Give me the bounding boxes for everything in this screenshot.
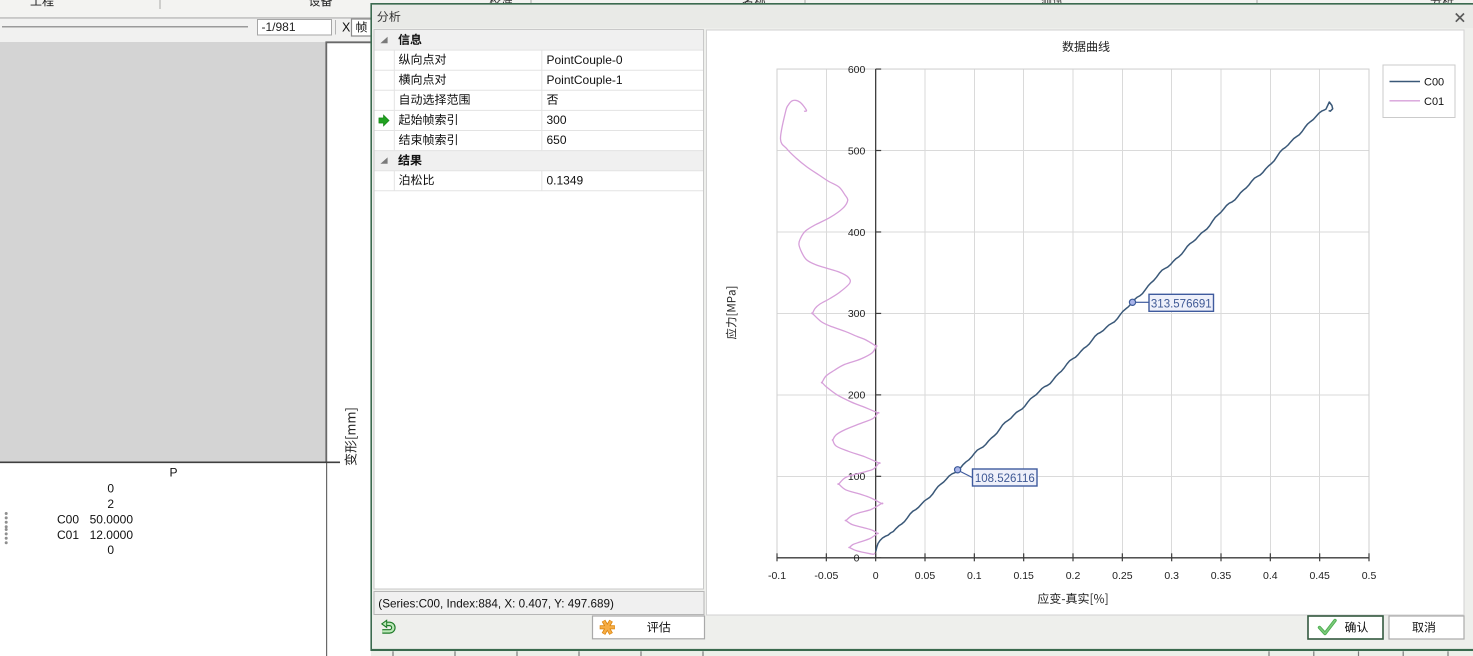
svg-text:C01: C01 xyxy=(57,528,79,542)
svg-text:0: 0 xyxy=(107,543,114,557)
svg-text:650: 650 xyxy=(547,133,567,147)
svg-text:300: 300 xyxy=(547,113,567,127)
svg-text:500: 500 xyxy=(848,145,866,157)
svg-text:12.0000: 12.0000 xyxy=(90,528,134,542)
svg-text:-0.1: -0.1 xyxy=(768,570,786,582)
svg-text:600: 600 xyxy=(848,64,866,76)
svg-text:(Series:C00, Index:884, X: 0: (Series:C00, Index:884, X: 0.407, Y: 497… xyxy=(378,597,614,610)
svg-text:PointCouple-1: PointCouple-1 xyxy=(547,73,623,87)
svg-text:-1/981: -1/981 xyxy=(262,20,296,34)
svg-text:0.25: 0.25 xyxy=(1112,570,1133,582)
svg-text:C00: C00 xyxy=(1424,77,1444,89)
svg-text:300: 300 xyxy=(848,308,866,320)
svg-text:0: 0 xyxy=(873,570,879,582)
svg-text:0.15: 0.15 xyxy=(1013,570,1034,582)
svg-text:P: P xyxy=(170,466,178,480)
svg-text:PointCouple-0: PointCouple-0 xyxy=(547,53,623,67)
svg-text:50.0000: 50.0000 xyxy=(90,512,134,526)
svg-text:313.576691: 313.576691 xyxy=(1151,298,1212,310)
svg-text:2: 2 xyxy=(107,497,114,511)
svg-text:0.35: 0.35 xyxy=(1211,570,1232,582)
svg-text:0: 0 xyxy=(854,553,860,565)
svg-text:400: 400 xyxy=(848,227,866,239)
svg-text:200: 200 xyxy=(848,390,866,402)
svg-text:0.5: 0.5 xyxy=(1362,570,1377,582)
svg-text:0.1349: 0.1349 xyxy=(547,173,584,187)
svg-text:X: X xyxy=(342,21,351,35)
svg-text:108.526116: 108.526116 xyxy=(975,473,1035,485)
svg-text:0.45: 0.45 xyxy=(1309,570,1330,582)
svg-text:-0.05: -0.05 xyxy=(814,570,838,582)
svg-text:0.1: 0.1 xyxy=(967,570,982,582)
svg-text:0.3: 0.3 xyxy=(1164,570,1179,582)
svg-text:0: 0 xyxy=(107,481,114,495)
svg-text:C01: C01 xyxy=(1424,96,1444,108)
svg-text:0.4: 0.4 xyxy=(1263,570,1278,582)
svg-text:C00: C00 xyxy=(57,512,79,526)
svg-text:0.05: 0.05 xyxy=(915,570,936,582)
svg-text:0.2: 0.2 xyxy=(1066,570,1081,582)
